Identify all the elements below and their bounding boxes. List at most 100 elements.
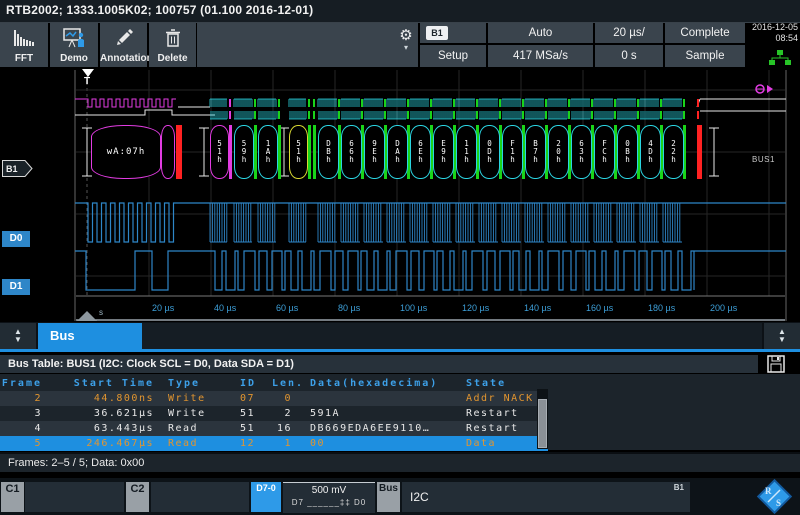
table-cell: 5 bbox=[34, 438, 42, 449]
svg-text:S: S bbox=[776, 498, 781, 508]
bus-frame-box: F 1 h bbox=[502, 125, 523, 179]
tab-scroll-left-button[interactable]: ▲ ▼ bbox=[0, 323, 36, 349]
table-cell: Read bbox=[168, 438, 199, 449]
bus-frame-ack-bar bbox=[254, 125, 257, 179]
table-cell: Start Time bbox=[73, 378, 154, 389]
bus-frame-box: 2 0 h bbox=[548, 125, 569, 179]
table-cell: 2 bbox=[34, 393, 42, 404]
time-origin-label: s bbox=[99, 308, 103, 317]
result-tab-bar: ▲ ▼ Bus ▲ ▼ bbox=[0, 322, 800, 352]
bus-frame-box: 0 B h bbox=[617, 125, 638, 179]
bus-frame-box: 0 D h bbox=[479, 125, 500, 179]
save-icon[interactable] bbox=[766, 355, 786, 373]
tab-bar-spacer bbox=[142, 323, 762, 349]
title-bar: RTB2002; 1333.1005K02; 100757 (01.100 20… bbox=[0, 0, 800, 23]
bus-frame-box: wA:07h bbox=[91, 125, 161, 179]
digital-group-panel[interactable]: 500 mV D7 ______‡‡ D0 bbox=[283, 482, 375, 513]
bus-table-row[interactable]: 2 44.800ns Write 07 0 Addr NACK bbox=[0, 391, 548, 406]
bus-frame-ack-bar bbox=[308, 125, 311, 179]
table-scrollbar[interactable] bbox=[537, 389, 548, 449]
table-cell: 4 bbox=[34, 423, 42, 434]
sample-rate-cell[interactable]: 417 MSa/s bbox=[488, 45, 593, 67]
tab-scroll-right-button[interactable]: ▲ ▼ bbox=[764, 323, 800, 349]
bus-frame-box bbox=[161, 125, 175, 179]
rohde-schwarz-logo: R S bbox=[752, 478, 796, 515]
svg-text:R: R bbox=[765, 486, 772, 496]
acquisition-mode-cell[interactable]: Sample bbox=[665, 45, 745, 67]
time-axis-label: 40 µs bbox=[214, 303, 237, 313]
bus-frame-box: E 9 h bbox=[433, 125, 454, 179]
bus-protocol-label: I2C bbox=[410, 490, 429, 504]
table-cell: Type bbox=[168, 378, 201, 389]
fft-button[interactable]: FFT bbox=[0, 23, 48, 67]
channel-d0-tag[interactable]: D0 bbox=[2, 231, 30, 247]
fft-button-label: FFT bbox=[14, 53, 34, 64]
bus1-trace-label: BUS1 bbox=[752, 155, 775, 164]
bus-tab[interactable]: Bus bbox=[377, 482, 400, 512]
table-cell: Write bbox=[168, 408, 206, 419]
bus-frame-box: F C h bbox=[594, 125, 615, 179]
tab-bus[interactable]: Bus bbox=[38, 323, 142, 349]
bus-frame-box: 5 9 h bbox=[234, 125, 254, 179]
svg-text:B1: B1 bbox=[6, 164, 18, 174]
time-axis-label: 80 µs bbox=[338, 303, 361, 313]
bus-table-row[interactable]: 4 63.443µs Read 51 16 DB669EDA6EE9110… Restart bbox=[0, 421, 548, 436]
pencil-icon bbox=[100, 27, 147, 49]
bus-frame-box: 2 2 h bbox=[663, 125, 684, 179]
horizontal-position-cell[interactable]: 0 s bbox=[595, 45, 663, 67]
time-axis-label: 20 µs bbox=[152, 303, 175, 313]
bus-frame-box: B 7 h bbox=[525, 125, 546, 179]
trigger-time-axis-marker-icon[interactable] bbox=[77, 311, 97, 321]
table-cell: Len. bbox=[272, 378, 305, 389]
channel-c1-panel[interactable] bbox=[25, 482, 124, 512]
fft-icon bbox=[0, 27, 48, 49]
table-cell: 0 bbox=[284, 393, 292, 404]
toolbar: FFT Demo Annotation Delete ⚙ ▾ bbox=[0, 23, 418, 67]
bus-frame-box: 4 D h bbox=[640, 125, 661, 179]
bus-frame-box: 9 E h bbox=[364, 125, 385, 179]
channel-c1-tab[interactable]: C1 bbox=[1, 482, 24, 512]
bus-frame-box: 1 1 h bbox=[456, 125, 477, 179]
bus-table-row[interactable]: 3 36.621µs Write 51 2 591A Restart bbox=[0, 406, 548, 421]
trigger-symbol: T bbox=[84, 76, 91, 87]
delete-button[interactable]: Delete bbox=[149, 23, 196, 67]
bus-table-title: Bus Table: BUS1 (I2C: Clock SCL = D0, Da… bbox=[0, 355, 758, 373]
scrollbar-thumb[interactable] bbox=[538, 399, 547, 448]
acquisition-state-cell[interactable]: Complete bbox=[665, 23, 745, 43]
network-status-icon bbox=[768, 50, 792, 66]
digital-d7-0-tab[interactable]: D7-0 bbox=[251, 482, 281, 512]
bus-table: Frame Start Time Type ID Len. Data(hexadecima… bbox=[0, 374, 800, 451]
table-cell: 36.621µs bbox=[93, 408, 154, 419]
channel-d1-tag[interactable]: D1 bbox=[2, 279, 30, 295]
setup-button[interactable]: Setup bbox=[420, 45, 486, 67]
bus-b1-tag[interactable]: B1 bbox=[2, 160, 34, 177]
table-cell: Write bbox=[168, 393, 206, 404]
bus-badge-cell[interactable]: B1 bbox=[420, 23, 486, 43]
bus-frame-box: 1 A h bbox=[258, 125, 278, 179]
trash-icon bbox=[149, 27, 196, 49]
timebase-cell[interactable]: 20 µs/ bbox=[595, 23, 663, 43]
table-cell: ID bbox=[240, 378, 257, 389]
bus-frame-nack-bar bbox=[176, 125, 182, 179]
demo-button[interactable]: Demo bbox=[50, 23, 98, 67]
bus-b1-panel[interactable]: I2C B1 bbox=[402, 482, 690, 512]
bus-table-row[interactable]: 5 246.467µs Read 12 1 00 Data bbox=[0, 436, 548, 451]
channel-c2-panel[interactable] bbox=[151, 482, 249, 512]
table-cell: 1 bbox=[284, 438, 292, 449]
table-cell: Frame bbox=[1, 378, 42, 389]
b1-badge: B1 bbox=[426, 26, 448, 40]
datetime-display: 2016-12-05 08:54 bbox=[747, 22, 798, 46]
annotation-button[interactable]: Annotation bbox=[100, 23, 153, 67]
table-cell: 2 bbox=[284, 408, 292, 419]
demo-button-label: Demo bbox=[60, 53, 88, 64]
table-cell: 07 bbox=[240, 393, 256, 404]
trigger-mode-cell[interactable]: Auto bbox=[488, 23, 593, 43]
bus-frame-box: 5 1 h bbox=[210, 125, 229, 179]
channel-c2-tab[interactable]: C2 bbox=[126, 482, 149, 512]
table-cell: DB669EDA6EE9110… bbox=[310, 423, 431, 434]
table-cell: 591A bbox=[310, 408, 341, 419]
waveform-display[interactable]: T B1 D0 D1 BUS1 s wA:07h 5 1 h 5 9 h1 A h 5… bbox=[0, 68, 800, 322]
toolbar-spacer bbox=[197, 23, 418, 67]
demo-icon bbox=[50, 27, 98, 49]
settings-gear-icon[interactable]: ⚙ ▾ bbox=[396, 27, 416, 53]
